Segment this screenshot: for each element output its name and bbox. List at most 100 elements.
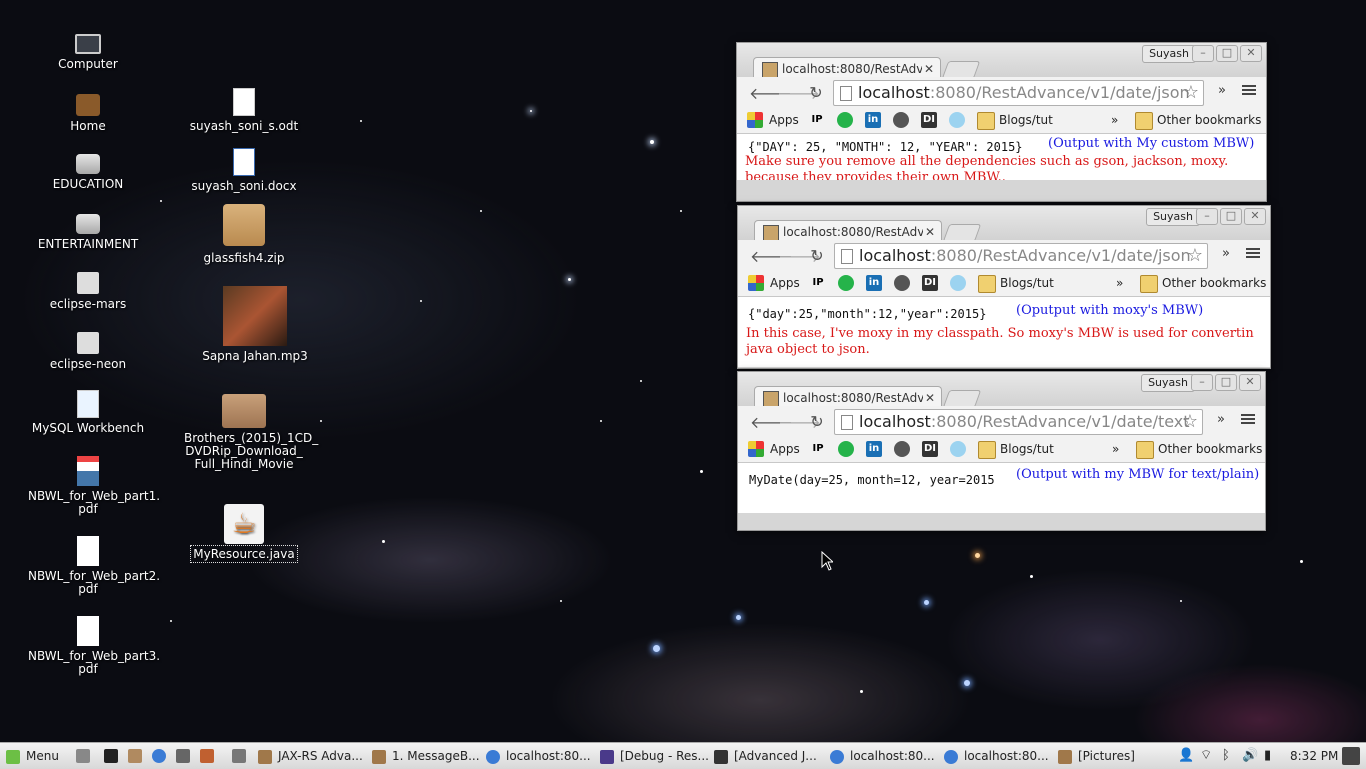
desktop-icon-home[interactable]: Home (28, 88, 148, 133)
z-icon[interactable] (950, 275, 966, 291)
wifi-icon[interactable]: ⌔ (1200, 747, 1212, 765)
terminal-icon[interactable] (104, 749, 118, 763)
browser-window-3[interactable]: localhost:8080/RestAdva ✕ Suyash – □ ✕ 🡐… (737, 371, 1266, 531)
title-bar[interactable]: localhost:8080/RestAdva ✕ Suyash – □ ✕ (738, 206, 1270, 243)
bookmark-star-icon[interactable]: ☆ (1183, 81, 1199, 105)
back-icon[interactable]: 🡐 (750, 246, 793, 266)
close-window-icon[interactable]: ✕ (1244, 208, 1266, 225)
taskbar-item[interactable]: [Pictures] (1058, 747, 1168, 765)
desktop-icon-eclipse-mars[interactable]: eclipse-mars (28, 266, 148, 311)
other-bookmarks[interactable]: Other bookmarks (1158, 441, 1262, 457)
desktop-icon-mysql-workbench[interactable]: MySQL Workbench (28, 386, 148, 435)
taskbar-item[interactable]: localhost:80... (944, 747, 1054, 765)
taskbar-item[interactable]: localhost:80... (486, 747, 596, 765)
volume-icon[interactable]: 🔊 (1242, 747, 1258, 765)
desktop-icon-eclipse-neon[interactable]: eclipse-neon (28, 326, 148, 371)
bookmark-apps[interactable]: Apps (770, 275, 800, 291)
taskbar-item[interactable]: [Advanced J... (714, 747, 824, 765)
user-profile-button[interactable]: Suyash (1146, 208, 1200, 226)
desktop-icon-zip[interactable]: glassfish4.zip (184, 204, 304, 265)
bookmarks-overflow[interactable]: » (1111, 112, 1118, 128)
files-icon[interactable] (128, 749, 142, 763)
app-launcher-icon[interactable] (200, 749, 214, 763)
taskbar-item[interactable]: [Debug - Res... (600, 747, 710, 765)
ip-acct-icon[interactable]: IP (810, 275, 826, 291)
linkedin-icon[interactable]: in (865, 112, 881, 128)
reload-icon[interactable]: ↻ (808, 412, 826, 431)
desktop-icon-pdf-part1[interactable]: NBWL_for_Web_part1. pdf (28, 454, 160, 516)
settings-wheel-icon[interactable] (893, 112, 909, 128)
reload-icon[interactable]: ↻ (807, 83, 825, 102)
desktop-icon-education[interactable]: EDUCATION (28, 146, 148, 191)
di-icon[interactable]: DI (922, 441, 938, 457)
bookmark-apps[interactable]: Apps (770, 441, 800, 457)
browser-window-2[interactable]: localhost:8080/RestAdva ✕ Suyash – □ ✕ 🡐… (737, 205, 1271, 369)
forward-icon[interactable]: 🡒 (778, 246, 821, 266)
maximize-icon[interactable]: □ (1220, 208, 1242, 225)
browser-window-1[interactable]: localhost:8080/RestAdva ✕ Suyash – □ ✕ 🡐… (736, 42, 1267, 202)
address-bar[interactable]: localhost:8080/RestAdvance/v1/date/text … (834, 409, 1203, 435)
extensions-overflow-icon[interactable]: » (1217, 412, 1225, 427)
bookmark-star-icon[interactable]: ☆ (1187, 244, 1203, 268)
address-bar[interactable]: localhost:8080/RestAdvance/v1/date/json … (834, 243, 1208, 269)
z-icon[interactable] (950, 441, 966, 457)
bookmarks-overflow[interactable]: » (1112, 441, 1119, 457)
minimize-icon[interactable]: – (1192, 45, 1214, 62)
notifications-icon[interactable] (1342, 747, 1360, 765)
user-profile-button[interactable]: Suyash (1141, 374, 1195, 392)
user-icon[interactable]: 👤 (1178, 747, 1194, 765)
menu-icon[interactable] (1242, 83, 1256, 97)
maximize-icon[interactable]: □ (1215, 374, 1237, 391)
taskbar-item[interactable]: JAX-RS Adva... (258, 747, 368, 765)
back-icon[interactable]: 🡐 (749, 83, 792, 103)
maximize-icon[interactable]: □ (1216, 45, 1238, 62)
user-profile-button[interactable]: Suyash (1142, 45, 1196, 63)
desktop-icon-pdf-part3[interactable]: NBWL_for_Web_part3. pdf (28, 614, 160, 676)
bookmark-apps[interactable]: Apps (769, 112, 799, 128)
whatsapp-icon[interactable] (838, 441, 854, 457)
desktop-icon-java[interactable]: ☕ MyResource.java (184, 504, 304, 563)
di-icon[interactable]: DI (922, 275, 938, 291)
ip-acct-icon[interactable]: IP (810, 441, 826, 457)
z-icon[interactable] (949, 112, 965, 128)
bookmarks-overflow[interactable]: » (1116, 275, 1123, 291)
clock[interactable]: 8:32 PM (1290, 747, 1338, 765)
title-bar[interactable]: localhost:8080/RestAdva ✕ Suyash – □ ✕ (737, 43, 1266, 80)
screenshot-icon[interactable] (176, 749, 190, 763)
linkedin-icon[interactable]: in (866, 275, 882, 291)
other-bookmarks[interactable]: Other bookmarks (1162, 275, 1266, 291)
desktop-icon-movie-folder[interactable]: Brothers_(2015)_1CD_ DVDRip_Download_ Fu… (184, 388, 318, 471)
extensions-overflow-icon[interactable]: » (1222, 246, 1230, 261)
extensions-overflow-icon[interactable]: » (1218, 83, 1226, 98)
settings-wheel-icon[interactable] (894, 441, 910, 457)
close-window-icon[interactable]: ✕ (1240, 45, 1262, 62)
menu-icon[interactable] (1241, 412, 1255, 426)
taskbar-item[interactable]: localhost:80... (830, 747, 940, 765)
bookmark-star-icon[interactable]: ☆ (1182, 410, 1198, 434)
desktop-icon-computer[interactable]: Computer (28, 28, 148, 71)
bookmark-blogs[interactable]: Blogs/tut (1000, 275, 1054, 291)
bookmark-blogs[interactable]: Blogs/tut (999, 112, 1053, 128)
desktop-icon-pdf-part2[interactable]: NBWL_for_Web_part2. pdf (28, 534, 160, 596)
reload-icon[interactable]: ↻ (808, 246, 826, 265)
desktop-icon-docx[interactable]: suyash_soni.docx (184, 144, 304, 193)
menu-button[interactable]: Menu (6, 747, 59, 765)
address-bar[interactable]: localhost:8080/RestAdvance/v1/date/json … (833, 80, 1204, 106)
ip-acct-icon[interactable]: IP (809, 112, 825, 128)
other-bookmarks[interactable]: Other bookmarks (1157, 112, 1261, 128)
show-desktop-icon[interactable] (76, 749, 90, 763)
settings-wheel-icon[interactable] (894, 275, 910, 291)
desktop-icon-entertainment[interactable]: ENTERTAINMENT (28, 206, 148, 251)
forward-icon[interactable]: 🡒 (777, 83, 820, 103)
minimize-icon[interactable]: – (1191, 374, 1213, 391)
minimize-icon[interactable]: – (1196, 208, 1218, 225)
taskbar-item[interactable]: 1. MessageB... (372, 747, 482, 765)
bluetooth-icon[interactable]: ᛒ (1222, 747, 1230, 765)
workspace-icon[interactable] (232, 749, 246, 763)
bookmark-blogs[interactable]: Blogs/tut (1000, 441, 1054, 457)
desktop-icon-mp3[interactable]: Sapna Jahan.mp3 (195, 286, 315, 363)
back-icon[interactable]: 🡐 (750, 412, 793, 432)
battery-icon[interactable]: ▮ (1264, 747, 1271, 765)
whatsapp-icon[interactable] (838, 275, 854, 291)
forward-icon[interactable]: 🡒 (778, 412, 821, 432)
